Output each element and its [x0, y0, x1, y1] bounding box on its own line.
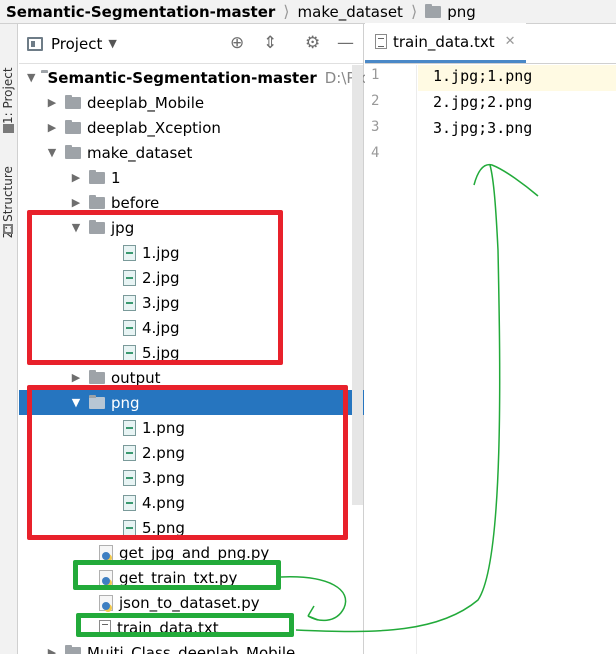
tree-item-folder[interactable]: ▼ make_dataset	[19, 140, 364, 165]
collapse-all-icon[interactable]: ⇕	[263, 33, 277, 53]
tree-scrollbar[interactable]	[352, 65, 363, 505]
project-view-title[interactable]: Project	[51, 35, 102, 53]
tab-project[interactable]: 1: Project	[1, 34, 17, 124]
chevron-down-icon[interactable]: ▼	[45, 146, 59, 159]
line-number: 2	[371, 93, 380, 109]
project-icon	[3, 124, 14, 133]
breadcrumb-separator: ⟩	[410, 2, 418, 21]
tree-item-label: Muiti_Class_deeplab_Mobile	[87, 643, 296, 654]
project-view-icon	[27, 36, 43, 51]
tab-label: train_data.txt	[393, 32, 495, 51]
chevron-right-icon[interactable]: ▶	[69, 371, 83, 384]
line-number: 1	[371, 67, 380, 83]
tree-item-label: json_to_dataset.py	[119, 593, 260, 612]
folder-icon	[89, 169, 105, 184]
code-line[interactable]: 1.jpg;1.png	[433, 67, 532, 85]
tree-item-label: deeplab_Xception	[87, 118, 221, 137]
breadcrumb: Semantic-Segmentation-master ⟩ make_data…	[0, 0, 616, 24]
folder-icon	[65, 144, 81, 159]
annotation-red-box-png	[27, 385, 348, 540]
folder-icon	[65, 94, 81, 109]
folder-icon	[65, 644, 81, 654]
chevron-right-icon[interactable]: ▶	[45, 646, 59, 654]
code-line[interactable]: 2.jpg;2.png	[433, 93, 532, 111]
tree-item-folder[interactable]: ▶ deeplab_Mobile	[19, 90, 364, 115]
tree-item-label: make_dataset	[87, 143, 193, 162]
python-file-icon	[99, 594, 113, 611]
locate-icon[interactable]: ⊕	[230, 33, 244, 53]
tree-item-label: output	[111, 368, 161, 387]
line-number-gutter: 1 2 3 4	[365, 65, 417, 654]
chevron-down-icon[interactable]: ▼	[27, 71, 35, 84]
breadcrumb-folder-make-dataset[interactable]: make_dataset	[298, 3, 403, 21]
annotation-green-box-train-data	[76, 613, 294, 637]
hide-icon[interactable]: —	[337, 33, 354, 53]
gear-icon[interactable]: ⚙	[305, 33, 320, 53]
breadcrumb-folder-png-label: png	[447, 2, 476, 21]
tab-train-data[interactable]: train_data.txt ✕	[365, 23, 526, 63]
chevron-right-icon[interactable]: ▶	[69, 171, 83, 184]
tree-item-label: 1	[111, 168, 121, 187]
tree-root-path: D:\Pro	[324, 68, 371, 87]
folder-icon	[65, 119, 81, 134]
chevron-right-icon[interactable]: ▶	[45, 96, 59, 109]
tree-root-label: Semantic-Segmentation-master	[47, 68, 317, 87]
structure-icon	[3, 224, 13, 234]
python-file-icon	[99, 544, 113, 561]
chevron-right-icon[interactable]: ▶	[45, 121, 59, 134]
tree-item-folder[interactable]: ▶ Muiti_Class_deeplab_Mobile	[19, 640, 364, 654]
annotation-green-box-get-train-txt	[73, 560, 281, 590]
tree-item-folder[interactable]: ▶ 1	[19, 165, 364, 190]
close-icon[interactable]: ✕	[505, 34, 516, 49]
chevron-down-icon[interactable]: ▼	[108, 37, 116, 50]
line-number: 4	[371, 145, 380, 161]
line-number: 3	[371, 119, 380, 135]
editor-tabs: train_data.txt ✕	[365, 23, 616, 64]
tree-root[interactable]: ▼ Semantic-Segmentation-master D:\Pro	[19, 65, 370, 90]
annotation-red-box-jpg	[27, 210, 283, 365]
tree-item-label: before	[111, 193, 160, 212]
project-toolbar: Project ▼ ⊕ ⇕ ⚙ —	[19, 24, 363, 64]
tree-item-label: deeplab_Mobile	[87, 93, 205, 112]
breadcrumb-folder-png[interactable]: png	[425, 3, 476, 21]
tree-item-file[interactable]: json_to_dataset.py	[19, 590, 364, 615]
tree-item-folder[interactable]: ▶ deeplab_Xception	[19, 115, 364, 140]
code-line[interactable]: 3.jpg;3.png	[433, 119, 532, 137]
breadcrumb-project[interactable]: Semantic-Segmentation-master	[6, 3, 275, 21]
tool-window-strip: 1: Project Z: Structure	[0, 24, 18, 654]
tree-item-label: get_jpg_and_png.py	[119, 543, 270, 562]
text-file-icon	[375, 34, 387, 49]
chevron-right-icon[interactable]: ▶	[69, 196, 83, 209]
breadcrumb-separator: ⟩	[283, 2, 290, 21]
editor-area: train_data.txt ✕ 1 2 3 4 1.jpg;1.png 2.j…	[365, 23, 616, 654]
folder-icon	[89, 369, 105, 384]
folder-icon	[425, 3, 442, 18]
folder-icon	[89, 194, 105, 209]
